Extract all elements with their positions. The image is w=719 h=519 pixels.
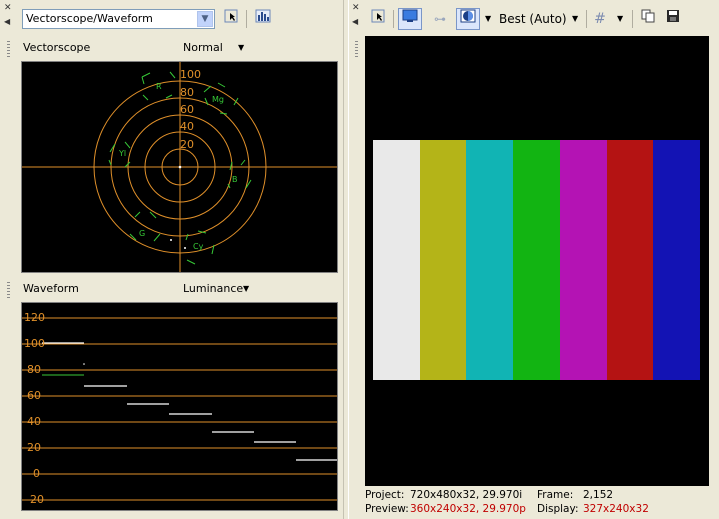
target-label-mg: Mg (212, 95, 224, 104)
panel-grip-icon[interactable] (355, 41, 358, 59)
copy-snapshot-icon[interactable] (638, 9, 658, 29)
preview-label: Preview: (365, 503, 409, 515)
save-snapshot-icon[interactable] (663, 9, 683, 29)
chevron-down-icon[interactable]: ▼ (243, 284, 249, 293)
target-label-cy: Cy (193, 242, 204, 251)
panel-grip-icon[interactable] (7, 41, 10, 59)
toolbar-separator (586, 10, 587, 28)
monitor-icon[interactable] (398, 8, 422, 30)
collapse-arrow-icon[interactable]: ◀ (4, 17, 10, 26)
waveform-tick-60: 60 (27, 389, 41, 402)
waveform-tick-80: 80 (27, 363, 41, 376)
waveform-tick-100: 100 (24, 337, 45, 350)
select-target-icon[interactable] (221, 9, 241, 29)
chevron-down-icon[interactable]: ▼ (197, 11, 213, 27)
close-icon[interactable]: ✕ (4, 4, 12, 13)
chevron-down-icon[interactable]: ▼ (617, 14, 623, 23)
colorbar-blue (653, 140, 701, 380)
ring-label-60: 60 (180, 103, 194, 116)
overlay-icon[interactable]: ⊶ (430, 9, 450, 29)
colorbar-green (513, 140, 560, 380)
frame-label: Frame: (537, 489, 574, 501)
preview-value: 360x240x32, 29.970p (410, 503, 526, 515)
waveform-tick-120: 120 (24, 311, 45, 324)
waveform-tick-40: 40 (27, 415, 41, 428)
colorbars-frame (373, 140, 701, 380)
colorbar-magenta (559, 140, 607, 380)
chevron-down-icon[interactable]: ▼ (572, 14, 578, 23)
right-panel-gripbar: ✕ ◀ (352, 4, 361, 514)
waveform-display: 120 100 80 60 40 20 0 -20 (21, 302, 338, 511)
target-label-r: R (156, 82, 162, 91)
waveform-mode-dropdown[interactable]: Luminance (183, 282, 243, 295)
toolbar-separator (393, 10, 394, 28)
colorbar-cyan (466, 140, 514, 380)
vectorscope-title: Vectorscope (23, 41, 91, 54)
target-label-g: G (139, 229, 146, 238)
histogram-icon[interactable] (253, 9, 273, 29)
waveform-graticule (22, 317, 337, 501)
display-value: 327x240x32 (583, 503, 649, 515)
toolbar-separator (246, 10, 247, 28)
frame-value: 2,152 (583, 489, 614, 501)
project-label: Project: (365, 489, 405, 501)
ring-label-80: 80 (180, 86, 194, 99)
waveform-tick-minus-20: -20 (26, 493, 44, 506)
toolbar-separator (632, 10, 633, 28)
ring-label-40: 40 (180, 120, 194, 133)
display-label: Display: (537, 503, 579, 515)
ring-label-20: 20 (180, 138, 194, 151)
grid-icon[interactable]: # (590, 9, 610, 29)
target-label-yl: Yl (119, 149, 127, 158)
waveform-title: Waveform (23, 282, 79, 295)
scope-mode-combo[interactable]: Vectorscope/Waveform ▼ (22, 9, 215, 29)
split-screen-icon[interactable] (456, 8, 480, 30)
collapse-arrow-icon[interactable]: ◀ (352, 17, 358, 26)
target-label-b: B (232, 175, 238, 184)
select-target-icon[interactable] (368, 9, 388, 29)
colorbar-red (606, 140, 654, 380)
panel-grip-icon[interactable] (7, 282, 10, 300)
colorbar-yellow (419, 140, 467, 380)
scope-mode-value: Vectorscope/Waveform (26, 12, 153, 25)
project-value: 720x480x32, 29.970i (410, 489, 523, 501)
ring-label-100: 100 (180, 68, 201, 81)
left-panel-gripbar: ✕ ◀ (4, 4, 13, 514)
chevron-down-icon[interactable]: ▼ (238, 43, 244, 52)
waveform-tick-0: 0 (33, 467, 40, 480)
close-icon[interactable]: ✕ (352, 4, 360, 13)
vectorscope-mode-dropdown[interactable]: Normal (183, 41, 223, 54)
chevron-down-icon[interactable]: ▼ (485, 14, 491, 23)
waveform-tick-20: 20 (27, 441, 41, 454)
colorbar-white (373, 140, 420, 380)
preview-quality-dropdown[interactable]: Best (Auto) (499, 12, 567, 26)
video-preview[interactable] (365, 36, 709, 486)
vectorscope-display: 100 80 60 40 20 R Mg B Cy G Yl (21, 61, 338, 273)
panel-splitter[interactable] (343, 0, 349, 519)
